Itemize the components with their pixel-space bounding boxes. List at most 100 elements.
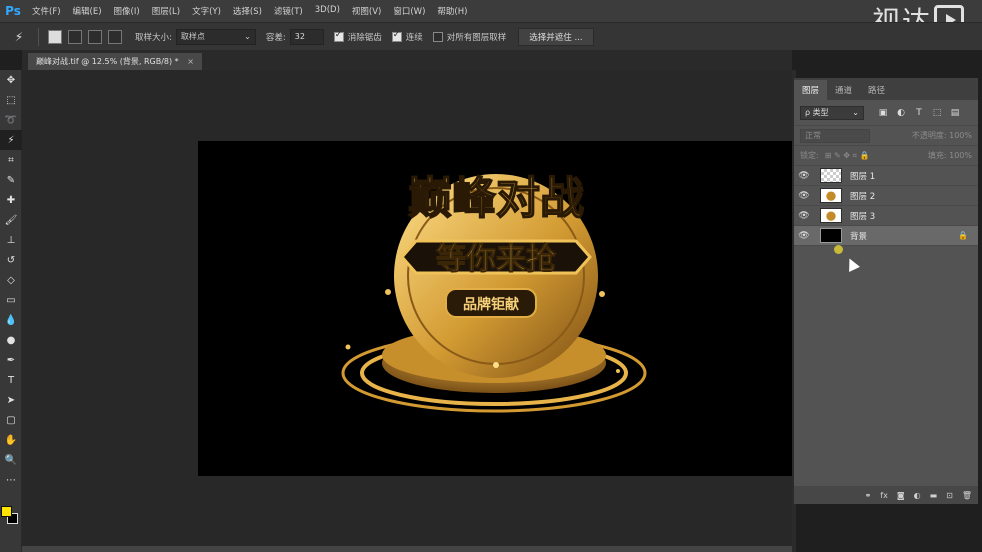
- marquee-tool-icon[interactable]: ⬚: [0, 90, 22, 110]
- layer-thumbnail: [820, 188, 842, 203]
- layer-row[interactable]: 👁 图层 2: [794, 186, 978, 206]
- hand-tool-icon[interactable]: ✋: [0, 430, 22, 450]
- blend-mode-select[interactable]: 正常: [800, 128, 870, 143]
- lasso-tool-icon[interactable]: ➰: [0, 110, 22, 130]
- menu-item[interactable]: 滤镜(T): [268, 5, 309, 17]
- tolerance-input[interactable]: 32: [289, 28, 324, 45]
- select-and-mask-button[interactable]: 选择并遮住 ...: [518, 27, 594, 46]
- mask-icon[interactable]: ◙: [897, 491, 905, 500]
- intersect-selection-button[interactable]: [108, 29, 122, 44]
- click-indicator: [834, 245, 843, 254]
- path-selection-icon[interactable]: ➤: [0, 390, 22, 410]
- eraser-tool-icon[interactable]: ◇: [0, 270, 22, 290]
- chevron-down-icon: ⌄: [244, 32, 251, 41]
- type-filter-icon[interactable]: T: [912, 106, 926, 120]
- sample-size-label: 取样大小:: [135, 32, 172, 43]
- eyedropper-tool-icon[interactable]: ✎: [0, 170, 22, 190]
- menu-item[interactable]: 3D(D): [309, 5, 346, 17]
- chevron-down-icon: ⌄: [852, 108, 859, 117]
- menu-item[interactable]: 选择(S): [227, 5, 268, 17]
- lock-icon[interactable]: 🔒: [958, 231, 968, 240]
- tab-paths[interactable]: 路径: [860, 80, 893, 100]
- tab-channels[interactable]: 通道: [827, 80, 860, 100]
- link-icon[interactable]: ⚭: [865, 491, 872, 500]
- menu-item[interactable]: 窗口(W): [387, 5, 431, 17]
- fill-field[interactable]: 填充: 100%: [928, 150, 972, 161]
- more-tools-icon[interactable]: ⋯: [0, 470, 22, 490]
- brush-tool-icon[interactable]: 🖌: [0, 210, 22, 230]
- fx-icon[interactable]: fx: [880, 491, 888, 500]
- eye-icon[interactable]: 👁: [794, 171, 814, 181]
- opacity-field[interactable]: 不透明度: 100%: [912, 130, 972, 141]
- tab-layers[interactable]: 图层: [794, 80, 828, 100]
- healing-brush-icon[interactable]: ✚: [0, 190, 22, 210]
- new-selection-button[interactable]: [48, 29, 62, 44]
- sparkle-dot: [599, 291, 605, 297]
- rectangle-tool-icon[interactable]: ▢: [0, 410, 22, 430]
- pen-tool-icon[interactable]: ✒: [0, 350, 22, 370]
- folder-icon[interactable]: ▬: [930, 491, 938, 500]
- zoom-tool-icon[interactable]: 🔍: [0, 450, 22, 470]
- adjustment-layer-icon[interactable]: ◐: [914, 491, 921, 500]
- menu-item[interactable]: 视图(V): [346, 5, 387, 17]
- menu-item[interactable]: 编辑(E): [67, 5, 108, 17]
- layer-row[interactable]: 👁 图层 1: [794, 166, 978, 186]
- menu-item[interactable]: 图层(L): [146, 5, 186, 17]
- trash-icon[interactable]: 🗑: [962, 491, 972, 500]
- stamp-tool-icon[interactable]: ⊥: [0, 230, 22, 250]
- menu-bar: Ps 文件(F) 编辑(E) 图像(I) 图层(L) 文字(Y) 选择(S) 滤镜(T) 3D…: [0, 0, 982, 22]
- blend-row: 正常 不透明度: 100%: [794, 126, 978, 146]
- history-brush-icon[interactable]: ↺: [0, 250, 22, 270]
- layer-name: 图层 3: [850, 211, 876, 222]
- magic-wand-icon[interactable]: ⚡: [6, 27, 32, 47]
- layer-row[interactable]: 👁 图层 3: [794, 206, 978, 226]
- new-layer-icon[interactable]: ⊡: [946, 491, 953, 500]
- eye-icon[interactable]: 👁: [794, 191, 814, 201]
- blur-tool-icon[interactable]: 💧: [0, 310, 22, 330]
- dodge-tool-icon[interactable]: ●: [0, 330, 22, 350]
- add-selection-button[interactable]: [68, 29, 82, 44]
- move-tool-icon[interactable]: ✥: [0, 70, 22, 90]
- smart-object-filter-icon[interactable]: ▤: [948, 106, 962, 120]
- antialias-label: 消除锯齿: [347, 32, 382, 43]
- layer-thumbnail: [820, 208, 842, 223]
- photoshop-logo: Ps: [5, 4, 21, 18]
- shape-filter-icon[interactable]: ⬚: [930, 106, 944, 120]
- menu-item[interactable]: 文字(Y): [186, 5, 227, 17]
- foreground-color-swatch[interactable]: [1, 506, 12, 517]
- sample-size-select[interactable]: 取样点 ⌄: [175, 28, 256, 45]
- sparkle-dot: [345, 344, 351, 350]
- pixel-filter-icon[interactable]: ▣: [876, 106, 890, 120]
- sparkle-dot: [385, 289, 391, 295]
- gradient-tool-icon[interactable]: ▭: [0, 290, 22, 310]
- menu-item[interactable]: 图像(I): [108, 5, 146, 17]
- eye-icon[interactable]: 👁: [794, 211, 814, 221]
- kind-filter-select[interactable]: ρ 类型 ⌄: [800, 105, 864, 120]
- magic-wand-tool-icon[interactable]: ⚡: [0, 130, 22, 150]
- document-tab[interactable]: 巅峰对战.tif @ 12.5% (背景, RGB/8) * ×: [28, 53, 202, 70]
- filter-icons: ▣ ◐ T ⬚ ▤: [876, 106, 966, 120]
- checkbox-checked-icon: [333, 30, 344, 42]
- type-tool-icon[interactable]: T: [0, 370, 22, 390]
- sample-all-checkbox[interactable]: 对所有图层取样: [432, 31, 506, 43]
- workspace: 巅峰对战 等你来抢 品牌钜献: [22, 70, 792, 548]
- subtract-selection-button[interactable]: [88, 29, 102, 44]
- menu-item[interactable]: 帮助(H): [431, 5, 473, 17]
- document-tab-bar: 巅峰对战.tif @ 12.5% (背景, RGB/8) * ×: [22, 50, 792, 70]
- sparkle-dot: [616, 369, 620, 373]
- lock-row: 锁定: ⊞ ✎ ✥ ⌗ 🔒 填充: 100%: [794, 146, 978, 166]
- layer-row[interactable]: 👁 背景 🔒: [794, 226, 978, 246]
- menu-item[interactable]: 文件(F): [26, 5, 67, 17]
- sample-size-value: 取样点: [180, 32, 205, 41]
- adjustment-filter-icon[interactable]: ◐: [894, 106, 908, 120]
- checkbox-checked-icon: [391, 30, 402, 42]
- menu-items: 文件(F) 编辑(E) 图像(I) 图层(L) 文字(Y) 选择(S) 滤镜(T) 3D(D)…: [26, 5, 473, 17]
- document-canvas[interactable]: 巅峰对战 等你来抢 品牌钜献: [198, 141, 792, 476]
- crop-tool-icon[interactable]: ⌗: [0, 150, 22, 170]
- lock-label: 锁定:: [800, 151, 819, 160]
- close-icon[interactable]: ×: [187, 57, 194, 66]
- lock-icons[interactable]: ⊞ ✎ ✥ ⌗ 🔒: [825, 151, 870, 161]
- antialias-checkbox[interactable]: 消除锯齿: [333, 30, 382, 43]
- eye-icon[interactable]: 👁: [794, 231, 814, 241]
- contiguous-checkbox[interactable]: 连续: [391, 30, 423, 43]
